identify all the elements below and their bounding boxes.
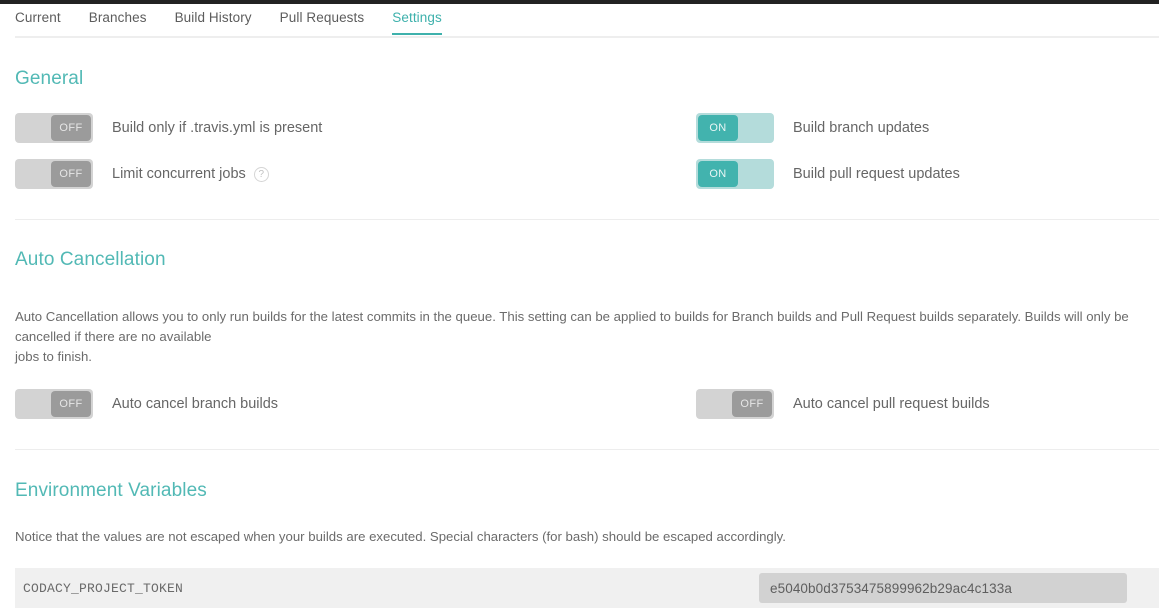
env-var-value: e5040b0d3753475899962b29ac4c133a — [770, 580, 1012, 596]
toggle-build-only-if-travis-yml[interactable]: OFF — [15, 113, 93, 143]
general-row-1: OFF Build only if .travis.yml is present… — [0, 113, 1159, 143]
setting-label: Build branch updates — [793, 120, 930, 136]
settings-content: General OFF Build only if .travis.yml is… — [0, 37, 1159, 608]
table-row[interactable]: CODACY_PROJECT_TOKEN e5040b0d37534758999… — [15, 568, 1159, 608]
setting-label: Limit concurrent jobs — [112, 166, 246, 182]
toggle-limit-concurrent-jobs[interactable]: OFF — [15, 159, 93, 189]
toggle-auto-cancel-pull-request-builds[interactable]: OFF — [696, 389, 774, 419]
toggle-knob: ON — [698, 115, 738, 141]
toggle-knob: OFF — [51, 391, 91, 417]
tab-branches[interactable]: Branches — [89, 4, 147, 35]
tab-settings[interactable]: Settings — [392, 4, 442, 35]
auto-cancellation-section-title: Auto Cancellation — [15, 249, 166, 270]
general-section-title: General — [15, 68, 84, 89]
tab-bar: Current Branches Build History Pull Requ… — [0, 4, 1159, 38]
environment-variables-section-title: Environment Variables — [15, 480, 207, 501]
toggle-build-pull-request-updates[interactable]: ON — [696, 159, 774, 189]
setting-build-only-if-travis-yml[interactable]: OFF Build only if .travis.yml is present — [15, 113, 696, 143]
setting-label: Build pull request updates — [793, 166, 960, 182]
setting-build-pull-request-updates[interactable]: ON Build pull request updates — [696, 159, 960, 189]
setting-label: Auto cancel branch builds — [112, 396, 279, 412]
auto-cancellation-description: Auto Cancellation allows you to only run… — [15, 309, 1129, 364]
setting-limit-concurrent-jobs[interactable]: OFF Limit concurrent jobs ? — [15, 159, 696, 189]
setting-label: Build only if .travis.yml is present — [112, 120, 323, 136]
toggle-knob: ON — [698, 161, 738, 187]
section-divider-auto-cancellation — [15, 449, 1159, 450]
setting-label: Auto cancel pull request builds — [793, 396, 990, 412]
setting-label-wrapper: Limit concurrent jobs ? — [112, 166, 269, 182]
tab-build-history[interactable]: Build History — [175, 4, 252, 35]
auto-cancellation-row-1: OFF Auto cancel branch builds OFF Auto c… — [0, 389, 1159, 419]
toggle-knob: OFF — [732, 391, 772, 417]
section-divider-general — [15, 219, 1159, 220]
question-mark-icon[interactable]: ? — [253, 166, 269, 182]
setting-build-branch-updates[interactable]: ON Build branch updates — [696, 113, 929, 143]
tab-pull-requests[interactable]: Pull Requests — [280, 4, 365, 35]
env-var-value-field[interactable]: e5040b0d3753475899962b29ac4c133a — [759, 573, 1127, 603]
environment-variables-description: Notice that the values are not escaped w… — [15, 529, 786, 544]
tab-list: Current Branches Build History Pull Requ… — [15, 4, 470, 35]
general-row-2: OFF Limit concurrent jobs ? ON Build pul… — [0, 159, 1159, 189]
env-var-name: CODACY_PROJECT_TOKEN — [23, 580, 184, 596]
setting-auto-cancel-branch-builds[interactable]: OFF Auto cancel branch builds — [15, 389, 696, 419]
toggle-knob: OFF — [51, 161, 91, 187]
toggle-build-branch-updates[interactable]: ON — [696, 113, 774, 143]
toggle-knob: OFF — [51, 115, 91, 141]
setting-auto-cancel-pull-request-builds[interactable]: OFF Auto cancel pull request builds — [696, 389, 990, 419]
toggle-auto-cancel-branch-builds[interactable]: OFF — [15, 389, 93, 419]
tab-current[interactable]: Current — [15, 4, 61, 35]
